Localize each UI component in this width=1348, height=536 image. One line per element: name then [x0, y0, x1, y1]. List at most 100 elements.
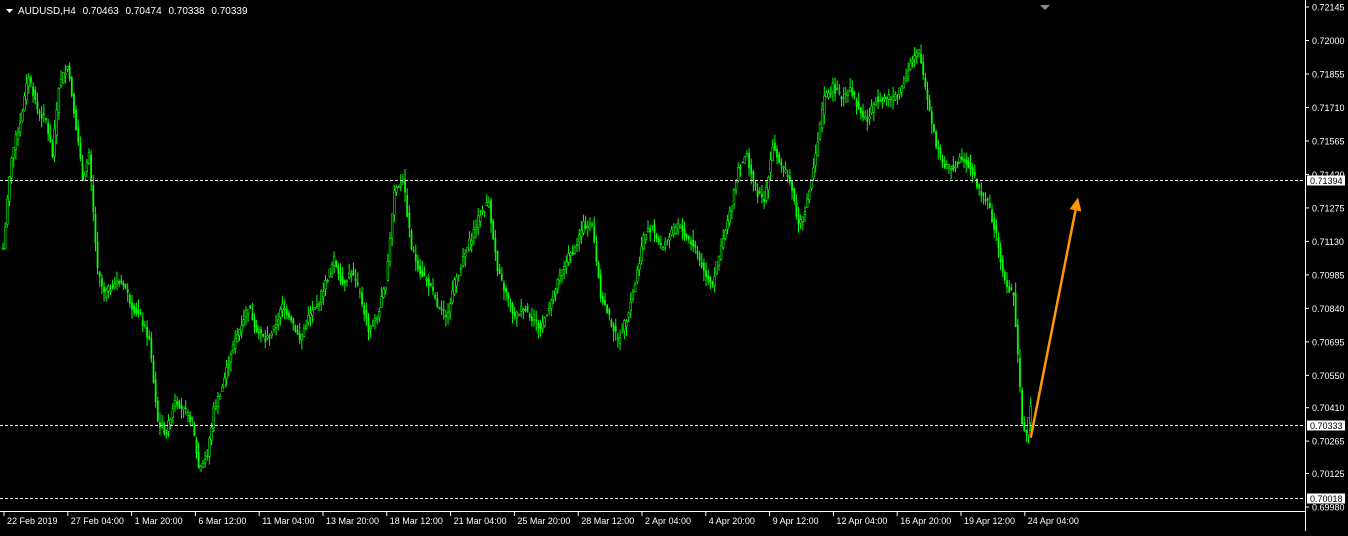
candle-body-bullish — [464, 253, 467, 258]
candle-body-bullish — [786, 175, 789, 177]
candle-body-bearish — [42, 113, 45, 115]
candle-body-bearish — [617, 337, 619, 340]
candle-body-bearish — [90, 155, 93, 182]
candle-body-bullish — [823, 95, 826, 115]
candle-body-bearish — [77, 127, 80, 143]
candle-body-bearish — [296, 330, 299, 335]
candle-body-bullish — [440, 308, 443, 311]
candle-body-bearish — [707, 275, 710, 280]
candle-body-bearish — [866, 118, 869, 122]
candle-body-bearish — [120, 280, 123, 284]
candle-body-bullish — [279, 309, 282, 318]
candle-body-bearish — [133, 305, 136, 313]
candle-body-bullish — [474, 226, 478, 230]
chart-area[interactable]: 0.71394 0.70333 0.70018 0.72145 0.72000 0.71… — [0, 0, 1348, 531]
candle-body-bearish — [352, 269, 355, 276]
candle-body-bearish — [40, 113, 43, 119]
candle-body-bullish — [644, 234, 648, 240]
candle-body-bearish — [685, 234, 688, 238]
time-tick-label: 28 Mar 12:00 — [581, 516, 634, 526]
candle-body-bearish — [101, 278, 103, 287]
candle-body-bullish — [446, 312, 450, 319]
candle-body-bullish — [397, 186, 400, 189]
candle-body-bearish — [419, 265, 421, 275]
candle-body-bearish — [528, 314, 531, 318]
candle-body-bullish — [309, 313, 312, 318]
candle-body-bullish — [191, 417, 194, 420]
candle-body-bearish — [1025, 429, 1028, 433]
candle-body-bearish — [496, 251, 499, 271]
candle-body-bullish — [479, 215, 482, 222]
candle-body-bullish — [225, 366, 228, 379]
candle-body-bearish — [939, 147, 942, 158]
candle-body-bullish — [347, 272, 351, 278]
candle-body-bullish — [679, 225, 682, 228]
candle-body-bullish — [663, 242, 667, 245]
candle-body-bearish — [335, 261, 338, 267]
candle-body-bearish — [408, 212, 411, 228]
candle-body-bearish — [193, 424, 196, 436]
candle-body-bullish — [558, 274, 562, 281]
candle-body-bearish — [135, 307, 138, 315]
candle-body-bearish — [526, 306, 529, 312]
candle-body-bearish — [1019, 358, 1021, 388]
candle-body-bearish — [346, 280, 348, 282]
candle-body-bearish — [165, 432, 168, 436]
candle-body-bearish — [952, 164, 955, 171]
candle-body-bullish — [646, 228, 650, 233]
candle-body-bearish — [655, 233, 658, 239]
candle-body-bullish — [818, 123, 822, 140]
candle-body-bullish — [820, 109, 824, 129]
candle-body-bearish — [150, 338, 153, 360]
candle-body-bearish — [367, 318, 370, 333]
candle-body-bullish — [541, 322, 544, 329]
time-tick-label: 25 Mar 20:00 — [517, 516, 570, 526]
candle-body-bearish — [427, 278, 430, 287]
candle-body-bearish — [599, 274, 602, 299]
candle-body-bullish — [765, 187, 768, 201]
candle-body-bullish — [898, 87, 901, 95]
candle-body-bearish — [795, 202, 798, 217]
candle-body-bullish — [577, 234, 581, 242]
price-tick-label: 0.72000 — [1312, 36, 1345, 46]
candle-body-bearish — [288, 312, 290, 318]
candle-body-bearish — [935, 131, 937, 148]
candle-body-bearish — [984, 198, 987, 202]
candle-body-bullish — [911, 59, 914, 63]
candle-body-bearish — [1012, 292, 1015, 296]
candle-body-bullish — [461, 256, 465, 266]
candle-body-bearish — [978, 184, 980, 189]
candle-body-bullish — [562, 266, 566, 271]
candle-body-bullish — [451, 290, 454, 303]
candle-body-bullish — [242, 319, 245, 326]
candle-body-bearish — [750, 164, 753, 175]
candle-body-bullish — [371, 324, 374, 327]
time-tick-label: 6 Mar 12:00 — [198, 516, 246, 526]
candle-body-bullish — [887, 93, 891, 100]
candle-body-bearish — [533, 319, 535, 321]
price-tick-label: 0.70695 — [1312, 337, 1345, 347]
candle-body-bearish — [341, 276, 344, 284]
candle-body-bullish — [212, 406, 215, 428]
candle-body-bearish — [251, 313, 254, 321]
candle-body-bullish — [829, 92, 832, 95]
candle-body-bullish — [623, 320, 626, 332]
candle-body-bearish — [930, 111, 933, 125]
candle-body-bearish — [601, 295, 604, 303]
candle-body-bearish — [840, 96, 843, 100]
candle-body-bullish — [59, 79, 63, 87]
candle-body-bullish — [909, 62, 912, 70]
candle-body-bearish — [148, 336, 151, 340]
candlestick-chart[interactable]: 0.713940.703330.70018 0.721450.720000.71… — [0, 0, 1348, 531]
candle-body-bearish — [595, 244, 598, 262]
candle-body-bullish — [399, 183, 402, 187]
candle-body-bearish — [703, 262, 705, 271]
candle-body-bearish — [988, 202, 991, 208]
candle-body-bullish — [737, 167, 740, 181]
candle-body-bullish — [203, 459, 207, 464]
candle-body-bearish — [268, 336, 271, 338]
candle-body-bullish — [567, 253, 570, 263]
candle-body-bullish — [771, 146, 774, 161]
candle-body-bullish — [1, 248, 5, 250]
candle-body-bullish — [453, 279, 456, 295]
